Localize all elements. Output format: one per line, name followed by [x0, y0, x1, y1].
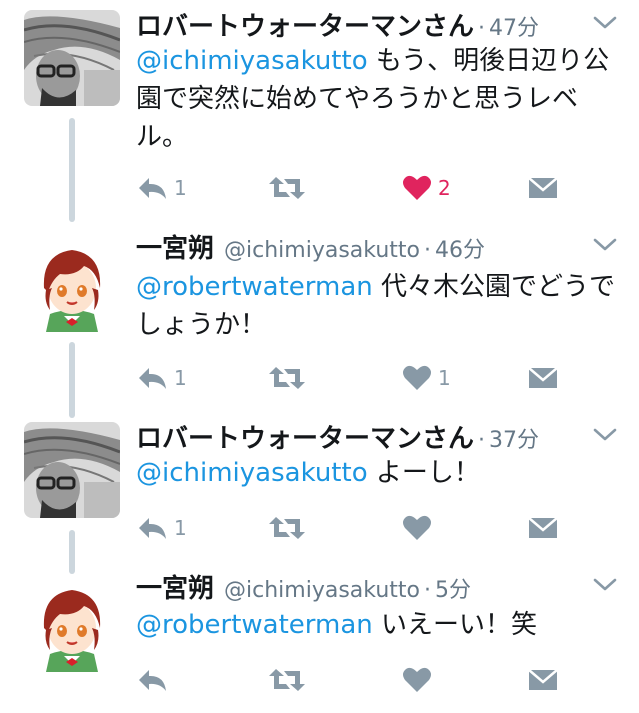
reply-icon [139, 178, 166, 199]
separator-dot: · [478, 428, 486, 453]
avatar[interactable] [24, 236, 120, 332]
tweet-header: ロバートウォーターマンさん · 37分 [136, 418, 539, 454]
conversation-thread: ロバートウォーターマンさん · 47分 @ichimiyasakutto もう、… [0, 0, 639, 713]
chevron-down-icon[interactable] [592, 14, 618, 32]
reply-count: 1 [174, 366, 187, 390]
separator-dot: · [424, 238, 431, 263]
tweet-actions [136, 664, 596, 696]
thread-connector-line [69, 342, 75, 418]
tweet[interactable]: 一宮朔 @ichimiyasakutto · 5分 @robertwaterma… [0, 562, 639, 713]
tweet-header: ロバートウォーターマンさん · 47分 [136, 6, 539, 42]
heart-icon [403, 515, 431, 540]
avatar[interactable] [24, 576, 120, 672]
timestamp[interactable]: 46分 [435, 232, 485, 264]
robert-avatar-image [24, 422, 120, 518]
timestamp[interactable]: 47分 [489, 10, 539, 42]
retweet-icon [269, 177, 305, 199]
reply-count: 1 [174, 176, 187, 200]
tweet-actions: 1 2 [136, 172, 596, 204]
separator-dot: · [424, 578, 431, 603]
tweet-text: @robertwaterman 代々木公園でどうでしょうか！ [136, 268, 616, 344]
chevron-down-icon[interactable] [592, 426, 618, 444]
user-handle[interactable]: @ichimiyasakutto [224, 238, 420, 263]
heart-icon [403, 175, 431, 200]
direct-message-icon [528, 177, 558, 198]
avatar[interactable] [24, 422, 120, 518]
like-button[interactable] [402, 664, 438, 696]
mention-link[interactable]: @robertwaterman [136, 272, 373, 302]
tweet-header: 一宮朔 @ichimiyasakutto · 5分 [136, 568, 471, 604]
like-count: 1 [438, 366, 451, 390]
tweet-actions: 1 [136, 512, 596, 544]
display-name[interactable]: 一宮朔 [136, 568, 214, 605]
display-name[interactable]: ロバートウォーターマンさん [136, 418, 474, 455]
mention-link[interactable]: @ichimiyasakutto [136, 458, 368, 488]
avatar[interactable] [24, 10, 120, 106]
robert-avatar-image [24, 10, 120, 106]
chevron-down-icon[interactable] [592, 576, 618, 594]
heart-icon [403, 365, 431, 390]
direct-message-icon [528, 517, 558, 538]
tweet-header: 一宮朔 @ichimiyasakutto · 46分 [136, 228, 485, 264]
reply-count: 1 [174, 516, 187, 540]
retweet-button[interactable] [268, 664, 306, 696]
thread-connector-line [69, 118, 75, 222]
reply-button[interactable]: 1 [136, 172, 187, 204]
tweet-text: @ichimiyasakutto もう、明後日辺り公園で突然に始めてやろうかと思… [136, 42, 616, 156]
reply-icon [139, 670, 166, 691]
tweet-body: いえーい！笑 [372, 610, 538, 640]
user-handle[interactable]: @ichimiyasakutto [224, 578, 420, 603]
retweet-icon [269, 517, 305, 539]
retweet-button[interactable] [268, 172, 306, 204]
like-button[interactable] [402, 512, 438, 544]
sakutto-avatar-image [24, 236, 120, 332]
like-count: 2 [438, 176, 451, 200]
display-name[interactable]: ロバートウォーターマンさん [136, 6, 474, 43]
tweet-text: @ichimiyasakutto よーし！ [136, 454, 616, 492]
retweet-icon [269, 367, 305, 389]
direct-message-icon [528, 669, 558, 690]
mention-link[interactable]: @robertwaterman [136, 610, 373, 640]
reply-button[interactable]: 1 [136, 362, 187, 394]
timestamp[interactable]: 37分 [489, 422, 539, 454]
direct-message-icon [528, 367, 558, 388]
chevron-down-icon[interactable] [592, 236, 618, 254]
like-button[interactable]: 2 [402, 172, 451, 204]
direct-message-button[interactable] [528, 664, 558, 696]
tweet[interactable]: ロバートウォーターマンさん · 37分 @ichimiyasakutto よーし… [0, 412, 639, 574]
reply-button[interactable] [136, 664, 174, 696]
mention-link[interactable]: @ichimiyasakutto [136, 46, 368, 76]
timestamp[interactable]: 5分 [435, 572, 471, 604]
reply-icon [139, 368, 166, 389]
retweet-button[interactable] [268, 512, 306, 544]
direct-message-button[interactable] [528, 512, 558, 544]
direct-message-button[interactable] [528, 172, 558, 204]
retweet-button[interactable] [268, 362, 306, 394]
tweet-text: @robertwaterman いえーい！笑 [136, 606, 616, 644]
tweet-actions: 1 1 [136, 362, 596, 394]
reply-icon [139, 518, 166, 539]
reply-button[interactable]: 1 [136, 512, 187, 544]
like-button[interactable]: 1 [402, 362, 451, 394]
sakutto-avatar-image [24, 576, 120, 672]
tweet[interactable]: 一宮朔 @ichimiyasakutto · 46分 @robertwaterm… [0, 222, 639, 418]
direct-message-button[interactable] [528, 362, 558, 394]
heart-icon [403, 667, 431, 692]
tweet-body: よーし！ [367, 458, 480, 488]
retweet-icon [269, 669, 305, 691]
separator-dot: · [478, 16, 486, 41]
display-name[interactable]: 一宮朔 [136, 228, 214, 265]
tweet[interactable]: ロバートウォーターマンさん · 47分 @ichimiyasakutto もう、… [0, 0, 639, 222]
